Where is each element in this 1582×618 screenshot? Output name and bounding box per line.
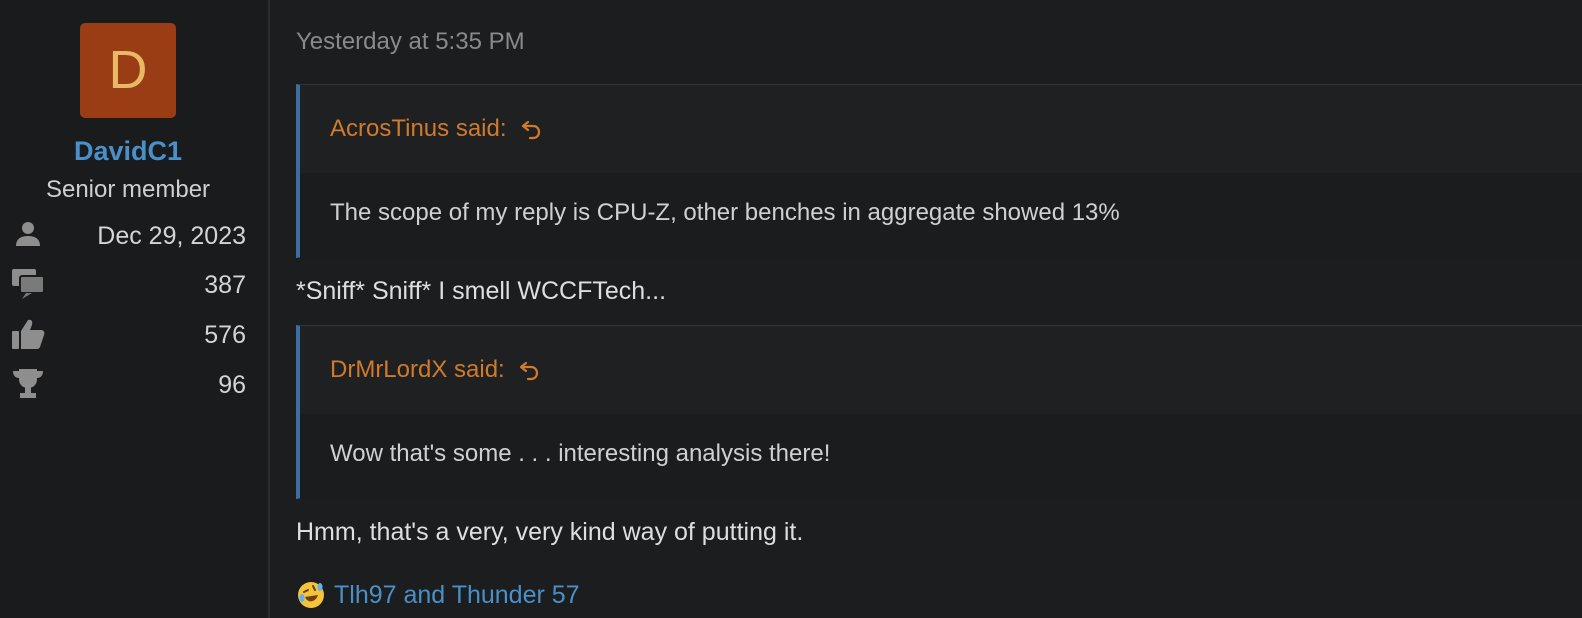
reply-text: *Sniff* Sniff* I smell WCCFTech... (296, 277, 667, 305)
reaction-users-link[interactable]: Tlh97 and Thunder 57 (334, 581, 580, 610)
joined-date: Dec 29, 2023 (97, 222, 246, 250)
user-icon (16, 222, 40, 246)
jump-to-quote-icon[interactable] (517, 358, 541, 382)
trophy-points: 96 (218, 371, 246, 399)
user-panel: D DavidC1 Senior member Dec 29, 2023 387 (0, 0, 270, 618)
trophy-icon (13, 369, 43, 398)
stat-messages: 387 (10, 267, 246, 301)
quote-block: AcrosTinus said: The scope of my reply i… (296, 84, 1582, 259)
stat-points: 96 (10, 367, 246, 401)
stat-reactions: 576 (10, 317, 246, 351)
stat-joined: Dec 29, 2023 (10, 218, 246, 252)
quote-author-label: AcrosTinus said: (330, 115, 507, 142)
quote-author-link[interactable]: AcrosTinus said: (330, 115, 543, 143)
reactions-bar: Tlh97 and Thunder 57 (296, 578, 580, 612)
quote-text: Wow that's some . . . interesting analys… (330, 440, 831, 467)
forum-post: D DavidC1 Senior member Dec 29, 2023 387 (0, 0, 1582, 618)
post-timestamp[interactable]: Yesterday at 5:35 PM (296, 28, 525, 56)
user-title: Senior member (45, 176, 211, 203)
messages-icon (12, 269, 45, 299)
quote-author-label: DrMrLordX said: (330, 356, 505, 383)
quote-block: DrMrLordX said: Wow that's some . . . in… (296, 325, 1582, 500)
reaction-score: 576 (204, 321, 246, 349)
thumbs-up-icon (12, 319, 45, 349)
quote-author-link[interactable]: DrMrLordX said: (330, 356, 541, 384)
username-link[interactable]: DavidC1 (0, 136, 256, 167)
rolling-laughing-emoji-icon (298, 582, 324, 608)
jump-to-quote-icon[interactable] (519, 117, 543, 141)
quote-text: The scope of my reply is CPU-Z, other be… (330, 199, 1120, 226)
message-count: 387 (204, 271, 246, 299)
reply-text: Hmm, that's a very, very kind way of put… (296, 518, 804, 546)
avatar[interactable]: D (80, 23, 176, 118)
